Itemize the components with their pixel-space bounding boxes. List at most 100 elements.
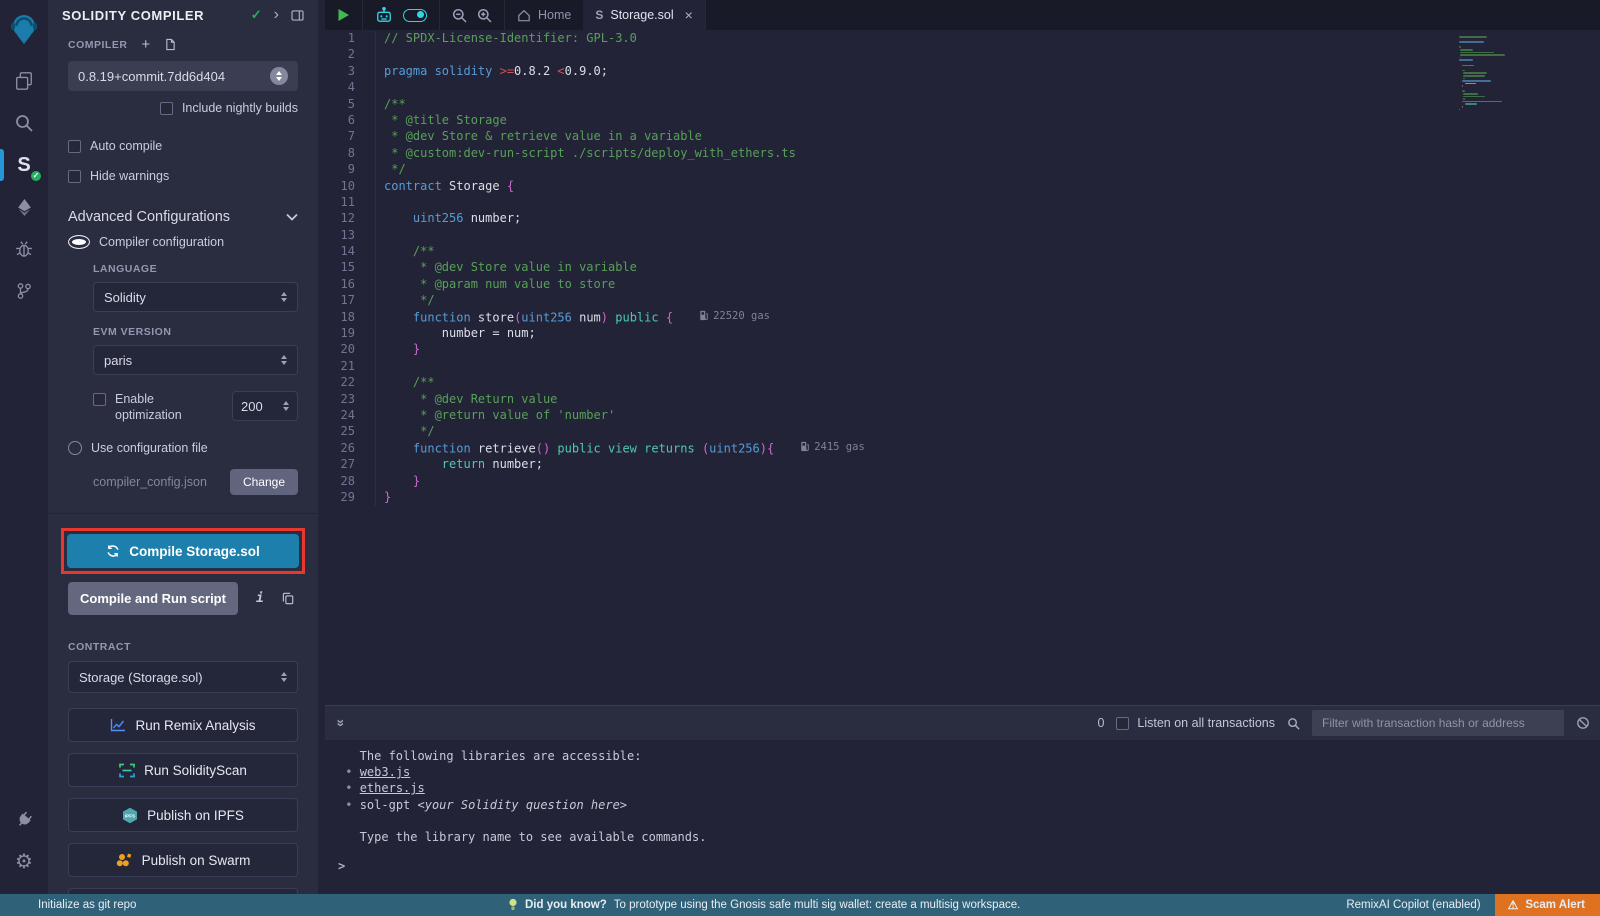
chevron-right-icon[interactable]: ›: [274, 10, 279, 20]
code-line: 29}: [325, 490, 1600, 506]
hide-warnings-row: Hide warnings: [68, 169, 298, 183]
tip-text: To prototype using the Gnosis safe multi…: [614, 899, 1021, 911]
optimization-runs-input[interactable]: 200: [232, 391, 298, 421]
run-solidityscan-button[interactable]: Run SolidityScan: [68, 753, 298, 787]
terminal-link[interactable]: web3.js: [360, 765, 411, 779]
use-config-file-radio[interactable]: [68, 441, 82, 455]
compile-and-run-button[interactable]: Compile and Run script: [68, 582, 238, 615]
optimization-runs-value: 200: [241, 399, 263, 414]
scam-alert-button[interactable]: ⚠ Scam Alert: [1495, 894, 1600, 916]
line-number: 26: [325, 441, 375, 457]
sidebar-item-debugger[interactable]: [0, 230, 48, 268]
sidebar-item-git[interactable]: [0, 272, 48, 310]
contract-section-label: CONTRACT: [68, 641, 298, 653]
listen-transactions-checkbox[interactable]: [1116, 717, 1129, 730]
code-line: 28 }: [325, 474, 1600, 490]
auto-compile-checkbox[interactable]: [68, 140, 81, 153]
line-content: }: [375, 342, 420, 358]
robot-icon[interactable]: [375, 7, 393, 23]
chevron-down-icon: [286, 213, 298, 221]
gas-annotation: 2415 gas: [800, 441, 865, 453]
icon-rail: S ✓: [0, 0, 48, 894]
ethereum-icon: [16, 198, 33, 217]
terminal-output[interactable]: The following libraries are accessible: …: [325, 740, 1600, 894]
info-icon[interactable]: i: [256, 591, 264, 606]
remix-logo-icon[interactable]: [0, 6, 48, 52]
evm-version-label: EVM VERSION: [93, 326, 298, 338]
include-nightly-row: Include nightly builds: [68, 101, 298, 115]
enable-optimization-checkbox[interactable]: [93, 393, 106, 406]
sidebar-item-solidity-compiler[interactable]: S ✓: [0, 146, 48, 184]
line-number: 9: [325, 162, 375, 178]
compile-button[interactable]: Compile Storage.sol: [67, 534, 299, 568]
git-init-button[interactable]: Initialize as git repo: [0, 899, 136, 911]
pin-panel-icon[interactable]: [291, 10, 304, 21]
zoom-in-icon[interactable]: [477, 8, 492, 23]
collapse-terminal-icon[interactable]: «: [331, 719, 347, 727]
line-number: 2: [325, 47, 375, 63]
code-line: 27 return number;: [325, 457, 1600, 473]
line-content: * @param num value to store: [375, 277, 615, 293]
line-content: */: [375, 293, 435, 309]
line-number: 22: [325, 375, 375, 391]
action-label: Run Remix Analysis: [135, 718, 255, 733]
line-number: 20: [325, 342, 375, 358]
terminal-link[interactable]: ethers.js: [360, 781, 425, 795]
optimization-row: Enable optimization 200: [93, 391, 298, 423]
change-config-button[interactable]: Change: [230, 469, 298, 495]
copy-icon[interactable]: [282, 592, 294, 605]
sidebar-item-settings[interactable]: ⚙: [0, 842, 48, 880]
transaction-filter-input[interactable]: [1312, 710, 1564, 736]
scan-icon: [119, 763, 135, 778]
load-compiler-file-icon[interactable]: [165, 38, 176, 51]
contract-select[interactable]: Storage (Storage.sol): [68, 661, 298, 693]
line-number: 29: [325, 490, 375, 506]
play-icon[interactable]: [337, 8, 350, 22]
sidebar-item-plugin-manager[interactable]: [0, 800, 48, 838]
line-content: contract Storage {: [375, 179, 514, 195]
line-number: 23: [325, 392, 375, 408]
terminal-header: « 0 Listen on all transactions: [325, 706, 1600, 740]
advanced-configurations-header[interactable]: Advanced Configurations: [68, 209, 298, 225]
code-line: 22 /**: [325, 375, 1600, 391]
tab-home[interactable]: Home: [505, 0, 583, 30]
copilot-status[interactable]: RemixAI Copilot (enabled): [1346, 899, 1480, 911]
evm-version-select[interactable]: paris: [93, 345, 298, 375]
publish-swarm-button[interactable]: Publish on Swarm: [68, 843, 298, 877]
code-line: 13: [325, 228, 1600, 244]
terminal-line: • web3.js: [338, 764, 1600, 780]
run-remix-analysis-button[interactable]: Run Remix Analysis: [68, 708, 298, 742]
line-number: 4: [325, 80, 375, 96]
sidebar-item-search[interactable]: [0, 104, 48, 142]
line-content: number = num;: [375, 326, 536, 342]
line-content: */: [375, 162, 406, 178]
compiler-version-select[interactable]: 0.8.19+commit.7dd6d404: [68, 61, 298, 91]
close-tab-icon[interactable]: ×: [685, 7, 693, 23]
code-line: 6 * @title Storage: [325, 113, 1600, 129]
line-content: [375, 47, 384, 63]
sidebar-item-deploy-run[interactable]: [0, 188, 48, 226]
compiler-config-radio[interactable]: [68, 235, 90, 249]
line-number: 6: [325, 113, 375, 129]
sidebar-item-file-explorer[interactable]: [0, 62, 48, 100]
tip-bold-label: Did you know?: [525, 899, 607, 911]
copilot-toggle[interactable]: [403, 9, 427, 22]
run-script-segment: [325, 0, 363, 30]
line-content: * @dev Store value in variable: [375, 260, 637, 276]
publish-ipfs-button[interactable]: IPFS Publish on IPFS: [68, 798, 298, 832]
tab-storage-sol[interactable]: S Storage.sol ×: [583, 0, 705, 30]
code-editor[interactable]: 1// SPDX-License-Identifier: GPL-3.023pr…: [325, 30, 1600, 705]
add-custom-compiler-icon[interactable]: +: [141, 36, 150, 53]
include-nightly-checkbox[interactable]: [160, 102, 173, 115]
terminal-prompt[interactable]: >: [338, 859, 1600, 873]
compiled-check-badge: ✓: [29, 169, 43, 183]
code-line: 25 */: [325, 424, 1600, 440]
clear-console-icon[interactable]: [1576, 716, 1590, 730]
hide-warnings-checkbox[interactable]: [68, 170, 81, 183]
language-select[interactable]: Solidity: [93, 282, 298, 312]
did-you-know-tip: Did you know? To prototype using the Gno…: [508, 898, 1020, 912]
minimap[interactable]: [1459, 36, 1554, 111]
code-line: 14 /**: [325, 244, 1600, 260]
editor-toolbar: Home S Storage.sol ×: [325, 0, 1600, 30]
zoom-out-icon[interactable]: [452, 8, 467, 23]
